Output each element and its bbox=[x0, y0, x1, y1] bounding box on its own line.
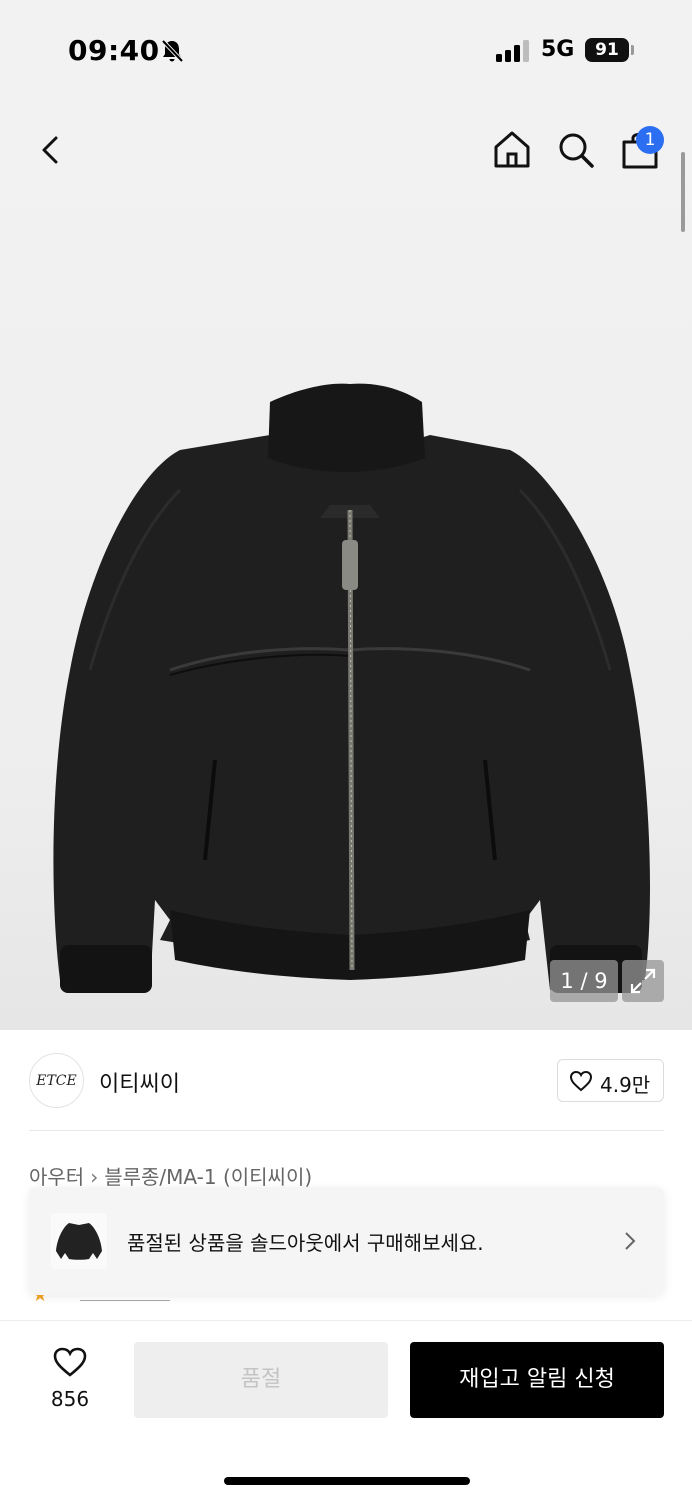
status-bar: 09:40 5G 91 bbox=[0, 0, 692, 100]
wishlist-count: 856 bbox=[50, 1387, 90, 1411]
breadcrumb: 아우터 › 블루종/MA-1 (이티씨이) bbox=[29, 1161, 312, 1190]
brand-like-button[interactable]: 4.9만 bbox=[557, 1059, 664, 1102]
restock-alert-button[interactable]: 재입고 알림 신청 bbox=[410, 1342, 664, 1418]
home-icon[interactable] bbox=[490, 128, 534, 172]
battery-cap bbox=[631, 45, 634, 55]
divider bbox=[29, 1130, 664, 1131]
wishlist-button[interactable]: 856 bbox=[30, 1342, 110, 1418]
home-indicator[interactable] bbox=[224, 1477, 470, 1485]
signal-icon bbox=[496, 40, 529, 62]
network-label: 5G bbox=[541, 37, 575, 62]
toast-product-thumbnail bbox=[51, 1213, 107, 1269]
status-time: 09:40 bbox=[68, 34, 160, 67]
heart-icon bbox=[569, 1070, 593, 1092]
battery-indicator: 91 bbox=[585, 38, 629, 62]
chevron-right-icon: › bbox=[90, 1165, 99, 1189]
brand-like-count: 4.9만 bbox=[600, 1073, 651, 1097]
product-photo-jacket bbox=[53, 383, 650, 993]
scrollbar[interactable] bbox=[681, 152, 685, 232]
cart-count-badge: 1 bbox=[636, 126, 664, 154]
heart-icon bbox=[53, 1347, 87, 1377]
breadcrumb-subcategory[interactable]: 블루종/MA-1 (이티씨이) bbox=[104, 1165, 312, 1189]
back-arrow-icon[interactable] bbox=[30, 130, 70, 170]
top-navigation bbox=[0, 120, 692, 190]
brand-name[interactable]: 이티씨이 bbox=[99, 1066, 180, 1098]
soldout-button: 품절 bbox=[134, 1342, 388, 1418]
soldout-toast[interactable]: 품절된 상품을 솔드아웃에서 구매해보세요. bbox=[29, 1187, 664, 1295]
image-counter: 1 / 9 bbox=[550, 960, 618, 1002]
expand-button[interactable] bbox=[622, 960, 664, 1002]
expand-icon bbox=[630, 968, 656, 994]
review-link-underline bbox=[80, 1300, 170, 1301]
bell-slash-icon bbox=[161, 39, 184, 63]
search-icon[interactable] bbox=[554, 128, 598, 172]
product-image[interactable] bbox=[0, 100, 692, 1030]
brand-logo[interactable]: ETCE bbox=[29, 1053, 84, 1108]
breadcrumb-category[interactable]: 아우터 bbox=[29, 1165, 84, 1189]
chevron-right-icon bbox=[625, 1232, 636, 1250]
toast-message: 품절된 상품을 솔드아웃에서 구매해보세요. bbox=[127, 1231, 484, 1255]
